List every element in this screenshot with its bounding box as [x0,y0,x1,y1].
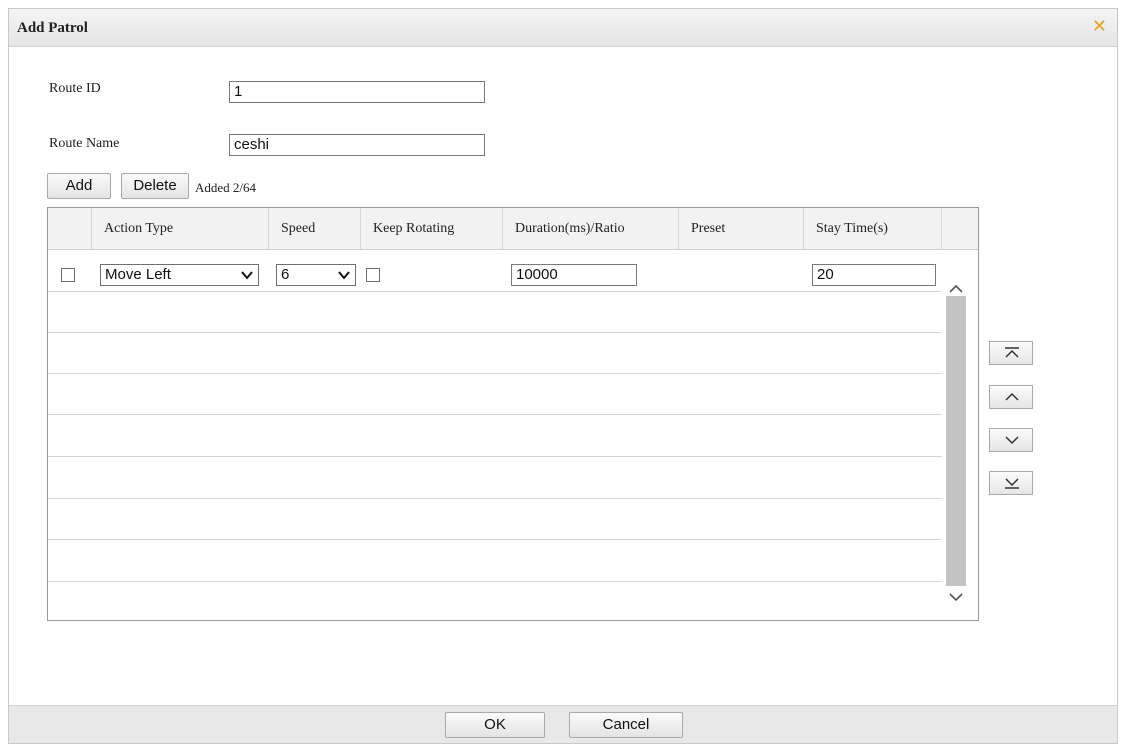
header-speed: Speed [269,208,361,249]
patrol-action-table: Action Type Speed Keep Rotating Duration… [47,207,979,621]
route-id-label: Route ID [49,81,101,96]
move-up-button[interactable] [989,385,1033,409]
chevron-down-icon [241,271,253,280]
delete-button[interactable]: Delete [121,173,189,199]
move-down-button[interactable] [989,428,1033,452]
action-type-select[interactable]: Move Left [100,264,259,286]
header-stay-time: Stay Time(s) [804,208,942,249]
move-down-icon [1005,436,1019,445]
speed-value: 6 [281,266,290,283]
scroll-down-icon[interactable] [946,590,966,604]
dialog-titlebar: Add Patrol ✕ [9,9,1117,47]
scroll-thumb[interactable] [946,296,966,586]
speed-select[interactable]: 6 [276,264,356,286]
move-to-bottom-button[interactable] [989,471,1033,495]
row-divider [48,456,942,457]
route-name-input[interactable]: ceshi [229,134,485,156]
chevron-down-icon [338,271,350,280]
added-count: Added 2/64 [195,180,257,195]
action-type-value: Move Left [105,266,171,283]
row-select-checkbox[interactable] [61,268,75,282]
header-action-type: Action Type [92,208,269,249]
cancel-button[interactable]: Cancel [569,712,683,738]
keep-rotating-checkbox[interactable] [366,268,380,282]
header-select-column [48,208,92,249]
dialog-title: Add Patrol [17,20,88,36]
move-up-icon [1005,392,1019,401]
row-divider [48,414,942,415]
row-divider [48,291,942,292]
row-divider [48,332,942,333]
close-icon[interactable]: ✕ [1092,16,1107,37]
route-name-label: Route Name [49,136,120,151]
row-divider [48,539,942,540]
move-to-top-button[interactable] [989,341,1033,365]
table-scrollbar[interactable] [942,250,978,620]
route-id-input[interactable]: 1 [229,81,485,103]
header-preset: Preset [679,208,804,249]
move-to-top-icon [1005,347,1019,358]
header-duration: Duration(ms)/Ratio [503,208,679,249]
dialog-footer: OK Cancel [9,705,1117,743]
row-divider [48,373,942,374]
duration-input[interactable]: 10000 [511,264,637,286]
ok-button[interactable]: OK [445,712,545,738]
row-divider [48,498,942,499]
move-to-bottom-icon [1005,478,1019,489]
table-header: Action Type Speed Keep Rotating Duration… [48,208,978,250]
add-patrol-dialog: Add Patrol ✕ Route ID 1 Route Name ceshi… [8,8,1118,744]
stay-time-input[interactable]: 20 [812,264,936,286]
row-divider [48,581,942,582]
header-keep-rotating: Keep Rotating [361,208,503,249]
scroll-up-icon[interactable] [946,282,966,296]
add-button[interactable]: Add [47,173,111,199]
